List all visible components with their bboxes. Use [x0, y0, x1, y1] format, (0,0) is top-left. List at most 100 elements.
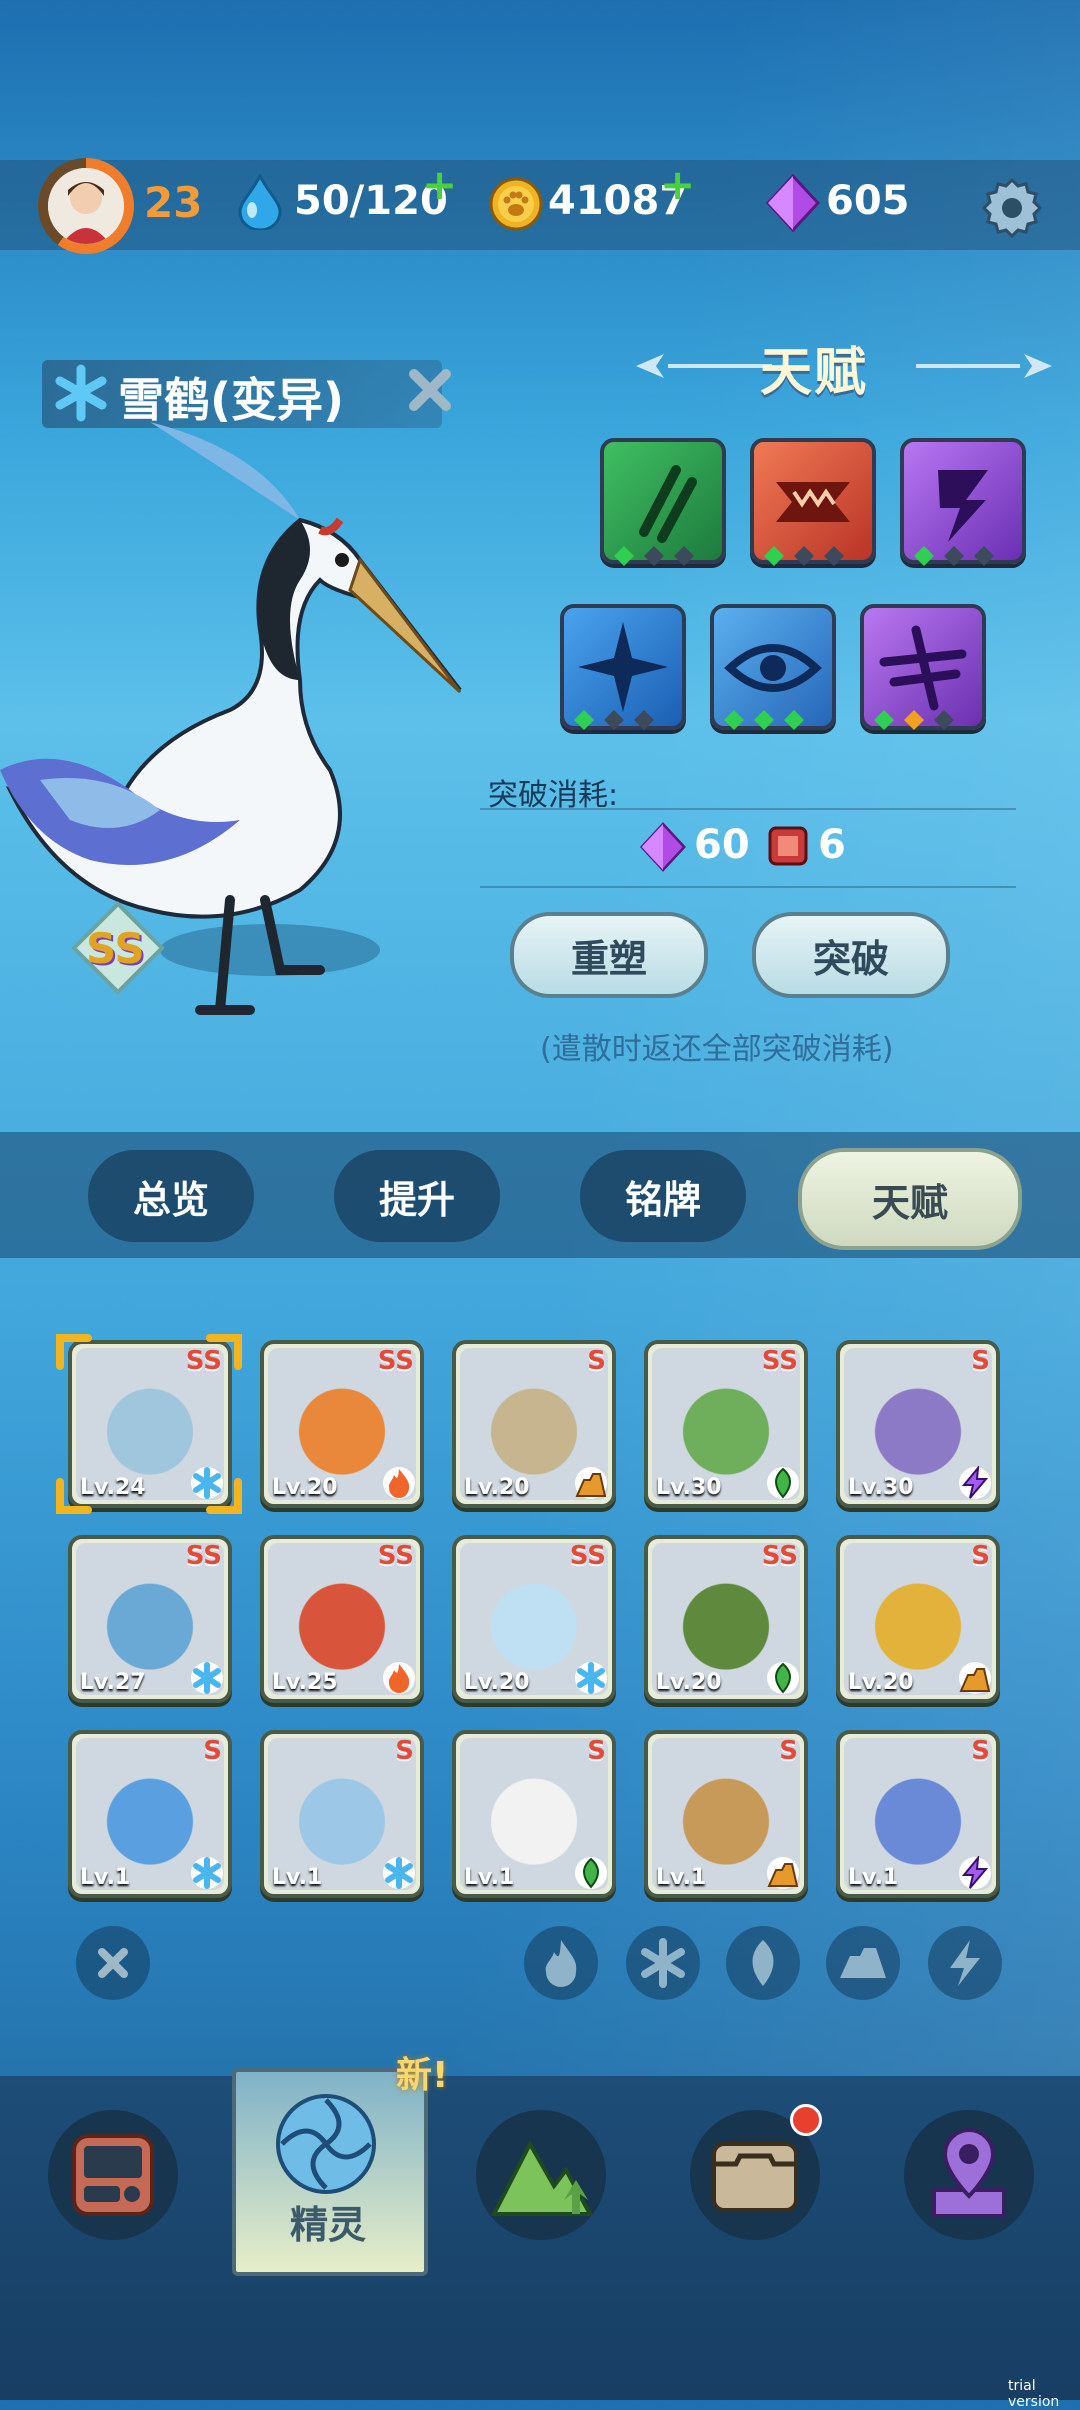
pet-level: Lv.1 [848, 1865, 899, 1890]
rank-label: S [587, 1736, 606, 1766]
rank-label: SS [377, 1541, 414, 1571]
talent-level-dots [614, 546, 694, 566]
rank-label: SS [761, 1346, 798, 1376]
earth-element-icon [959, 1662, 991, 1694]
player-avatar[interactable] [38, 158, 134, 254]
talent-level-dots [764, 546, 844, 566]
ice-element-icon [575, 1662, 607, 1694]
earth-element-icon [767, 1857, 799, 1889]
ice-element-icon [191, 1662, 223, 1694]
tab-nameplate[interactable]: 铭牌 [580, 1150, 746, 1242]
pet-card[interactable]: S Lv.20 [836, 1535, 1000, 1703]
tab-upgrade[interactable]: 提升 [334, 1150, 500, 1242]
pet-level: Lv.30 [656, 1475, 722, 1500]
divider [480, 886, 1016, 888]
talent-title: 天赋 [760, 343, 869, 403]
pet-level: Lv.1 [272, 1865, 323, 1890]
pet-level: Lv.1 [80, 1865, 131, 1890]
refund-note: (遣散时返还全部突破消耗) [540, 1032, 894, 1067]
rock-icon [840, 1948, 886, 1978]
rank-label: SS [377, 1346, 414, 1376]
snowflake-icon [641, 1938, 685, 1988]
map-pin-icon [932, 2127, 1006, 2218]
pet-orb-icon [276, 2094, 376, 2194]
water-drop-icon [238, 174, 282, 230]
selection-frame [56, 1334, 242, 1514]
filter-thunder-button[interactable] [928, 1926, 1002, 2000]
pet-card[interactable]: S Lv.1 [68, 1730, 232, 1898]
fang-icon [776, 482, 850, 522]
cost-items: 6 [818, 822, 846, 868]
tab-talent[interactable]: 天赋 [798, 1148, 1022, 1250]
wood-element-icon [767, 1662, 799, 1694]
rank-label: S [203, 1736, 222, 1766]
ice-element-icon [383, 1857, 415, 1889]
rank-label: S [971, 1736, 990, 1766]
pet-level: Lv.30 [848, 1475, 914, 1500]
pet-card[interactable]: S Lv.1 [260, 1730, 424, 1898]
pet-card[interactable]: SS Lv.20 [260, 1340, 424, 1508]
rank-label: S [587, 1346, 606, 1376]
pet-level: Lv.20 [656, 1670, 722, 1695]
pet-card[interactable]: S Lv.1 [836, 1730, 1000, 1898]
pet-card[interactable]: SS Lv.25 [260, 1535, 424, 1703]
pet-card[interactable]: S Lv.30 [836, 1340, 1000, 1508]
rank-label: S [971, 1346, 990, 1376]
console-icon [72, 2134, 154, 2216]
rank-label: SS [569, 1541, 606, 1571]
filter-earth-button[interactable] [826, 1926, 900, 2000]
lightning-icon [938, 470, 988, 542]
gem-icon [766, 174, 820, 232]
filter-wood-button[interactable] [726, 1926, 800, 2000]
notification-badge [790, 2104, 822, 2136]
pet-card[interactable]: S Lv.1 [452, 1730, 616, 1898]
add-coins-button[interactable]: + [660, 160, 695, 209]
pet-level: Lv.20 [464, 1475, 530, 1500]
nav-map-button[interactable] [904, 2110, 1034, 2240]
pet-card[interactable]: SS Lv.20 [452, 1535, 616, 1703]
rank-label: SS [86, 924, 145, 973]
filter-ice-button[interactable] [626, 1926, 700, 2000]
rank-label: S [779, 1736, 798, 1766]
leaf-icon [752, 1940, 774, 1986]
pet-card[interactable]: SS Lv.20 [644, 1535, 808, 1703]
pet-level: Lv.1 [464, 1865, 515, 1890]
cost-gems: 60 [694, 822, 750, 868]
settings-gear-icon[interactable] [980, 176, 1044, 240]
close-icon [98, 1948, 128, 1978]
tab-overview[interactable]: 总览 [88, 1150, 254, 1242]
pet-card[interactable]: SS Lv.30 [644, 1340, 808, 1508]
breakthrough-item-icon [768, 826, 808, 866]
add-energy-button[interactable]: + [422, 160, 457, 209]
gem-icon [640, 822, 686, 872]
thunder-element-icon [959, 1856, 991, 1889]
talent-level-dots [574, 710, 654, 730]
talent-level-dots [914, 546, 994, 566]
pet-level: Lv.27 [80, 1670, 146, 1695]
rank-label: SS [185, 1541, 222, 1571]
gems-value: 605 [826, 178, 910, 224]
mountain-icon [490, 2139, 594, 2216]
nav-adventure-button[interactable] [476, 2110, 606, 2240]
reset-button[interactable]: 重塑 [510, 912, 708, 998]
clear-filter-button[interactable] [76, 1926, 150, 2000]
filter-fire-button[interactable] [524, 1926, 598, 2000]
claw-icon [639, 465, 697, 543]
wood-element-icon [767, 1467, 799, 1499]
thunder-element-icon [959, 1466, 991, 1499]
pet-level: Lv.25 [272, 1670, 338, 1695]
pet-card[interactable]: S Lv.1 [644, 1730, 808, 1898]
pet-level: Lv.20 [272, 1475, 338, 1500]
fire-element-icon [383, 1662, 415, 1694]
watermark: trial version [1008, 2378, 1060, 2410]
nav-home-button[interactable] [48, 2110, 178, 2240]
talent-level-dots [874, 710, 954, 730]
pet-card[interactable]: SS Lv.27 [68, 1535, 232, 1703]
rank-label: S [395, 1736, 414, 1766]
breakthrough-button[interactable]: 突破 [752, 912, 950, 998]
title-ornament-left [636, 354, 772, 378]
new-tag: 新! [396, 2055, 449, 2096]
pet-card[interactable]: S Lv.20 [452, 1340, 616, 1508]
paw-coin-icon [489, 177, 543, 231]
pet-level: Lv.20 [464, 1670, 530, 1695]
